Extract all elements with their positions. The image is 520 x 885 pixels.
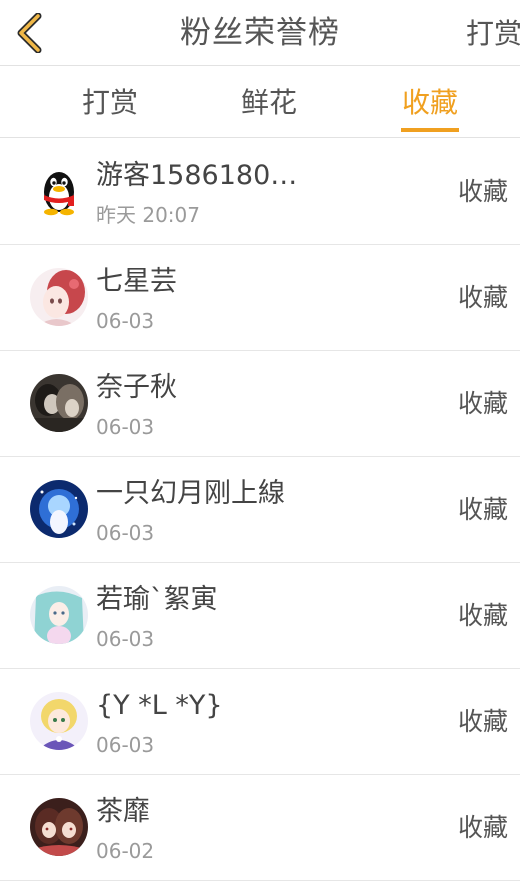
fan-name: 若瑜`絮寅 [96,584,218,615]
fan-date: 06-03 [96,521,155,545]
fan-action-label: 收藏 [457,707,508,736]
fan-action-label: 收藏 [457,177,508,206]
fan-action-label: 收藏 [457,283,508,312]
fan-action-label: 收藏 [457,813,508,842]
fan-date: 06-03 [96,415,155,439]
qq-penguin-icon [30,162,88,220]
anime-girl-teal-avatar [30,586,88,644]
fan-date: 06-03 [96,309,155,333]
list-item[interactable]: 奈子秋 06-03 收藏 [0,351,520,457]
anime-girl-blue-avatar [30,480,88,538]
tab-bar: 打赏 鲜花 收藏 [0,66,520,138]
reward-button[interactable]: 打赏 [466,0,520,66]
fan-list: 游客1586180… 昨天 20:07 收藏 七星芸 06-03 收藏 奈子秋 … [0,139,520,881]
list-item[interactable]: {Y *L *Y} 06-03 收藏 [0,669,520,775]
fan-name: 一只幻月刚上線 [96,478,285,509]
list-item[interactable]: 茶靡 06-02 收藏 [0,775,520,881]
fan-name: 七星芸 [96,266,177,297]
header-bar: 粉丝荣誉榜 打赏 [0,0,520,66]
list-item[interactable]: 若瑜`絮寅 06-03 收藏 [0,563,520,669]
fan-name: {Y *L *Y} [96,690,223,721]
fan-honor-screen: 粉丝荣誉榜 打赏 打赏 鲜花 收藏 游客1586180… 昨天 20:07 收藏… [0,0,520,885]
list-item[interactable]: 一只幻月刚上線 06-03 收藏 [0,457,520,563]
fan-name: 奈子秋 [96,372,177,403]
page-title: 粉丝荣誉榜 [180,15,340,51]
list-item[interactable]: 游客1586180… 昨天 20:07 收藏 [0,139,520,245]
anime-girl-blonde-avatar [30,692,88,750]
fan-date: 06-03 [96,627,155,651]
tab-reward[interactable]: 打赏 [50,66,170,138]
fan-action-label: 收藏 [457,495,508,524]
fan-date: 昨天 20:07 [96,203,200,227]
tab-flowers[interactable]: 鲜花 [209,66,329,138]
fan-name: 茶靡 [96,796,150,827]
fan-action-label: 收藏 [457,601,508,630]
list-item[interactable]: 七星芸 06-03 收藏 [0,245,520,351]
anime-pair-avatar [30,798,88,856]
anime-girl-red-avatar [30,268,88,326]
fan-date: 06-02 [96,839,155,863]
fan-name: 游客1586180… [96,160,298,191]
photo-dark-avatar [30,374,88,432]
active-tab-indicator [401,128,459,132]
fan-action-label: 收藏 [457,389,508,418]
fan-date: 06-03 [96,733,155,757]
